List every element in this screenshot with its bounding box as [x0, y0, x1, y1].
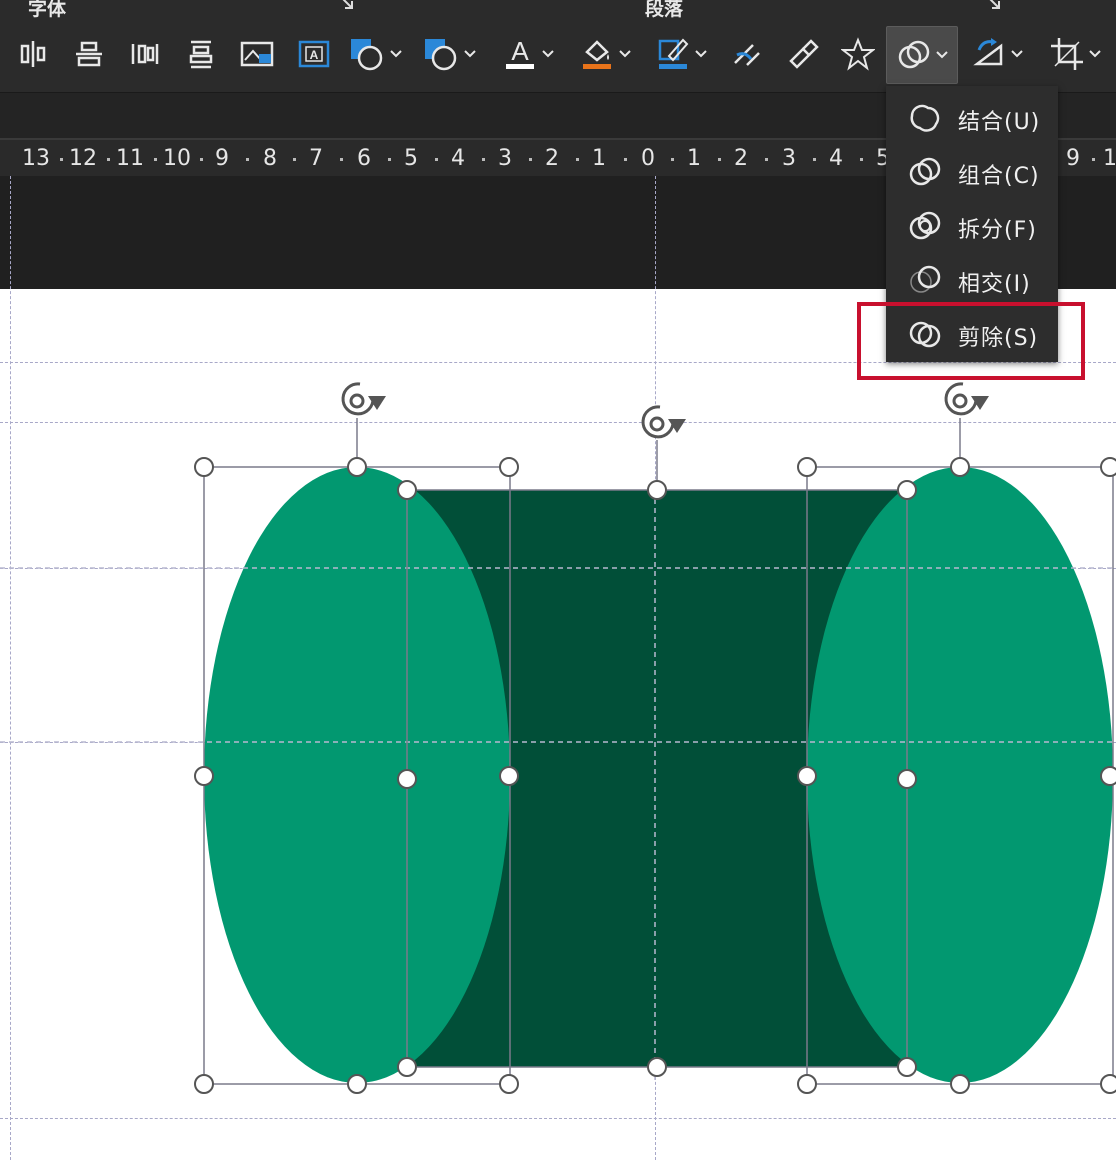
subtract-highlight-annotation: [857, 302, 1085, 380]
shapes-fragment-icon: [909, 211, 941, 240]
resize-handle[interactable]: [347, 457, 367, 477]
resize-handle[interactable]: [397, 1057, 417, 1077]
menu-item-combine[interactable]: 组合(C): [886, 144, 1058, 198]
resize-handle[interactable]: [950, 457, 970, 477]
menu-item-union[interactable]: 结合(U): [886, 90, 1058, 144]
menu-item-label: 相交(I): [958, 272, 1031, 297]
left-green-ellipse[interactable]: [204, 467, 510, 1083]
resize-handle[interactable]: [194, 1074, 214, 1094]
resize-handle[interactable]: [647, 1057, 667, 1077]
menu-item-label: 组合(C): [958, 164, 1040, 189]
menu-item-intersect[interactable]: 相交(I): [886, 252, 1058, 306]
resize-handle[interactable]: [897, 480, 917, 500]
resize-handle[interactable]: [797, 1074, 817, 1094]
powerpoint-window: 字体 段落 A A 13 12 11 10 9 8 7 6 5 4 3 2 1 …: [0, 0, 1116, 1160]
resize-handle[interactable]: [397, 480, 417, 500]
resize-handle[interactable]: [499, 457, 519, 477]
resize-handle[interactable]: [797, 766, 817, 786]
menu-item-label: 结合(U): [958, 110, 1041, 135]
resize-handle[interactable]: [647, 480, 667, 500]
menu-item-fragment[interactable]: 拆分(F): [886, 198, 1058, 252]
resize-handle[interactable]: [950, 1074, 970, 1094]
shapes-combine-icon: [909, 157, 941, 186]
resize-handle[interactable]: [194, 457, 214, 477]
resize-handle[interactable]: [897, 1057, 917, 1077]
right-green-ellipse[interactable]: [807, 467, 1113, 1083]
resize-handle[interactable]: [194, 766, 214, 786]
rotate-handle-icon[interactable]: [341, 382, 386, 416]
resize-handle[interactable]: [397, 769, 417, 789]
resize-handle[interactable]: [1100, 766, 1116, 786]
resize-handle[interactable]: [797, 457, 817, 477]
rotate-handle-icon[interactable]: [944, 382, 989, 416]
resize-handle[interactable]: [897, 769, 917, 789]
shapes-union-icon: [910, 104, 940, 132]
resize-handle[interactable]: [1100, 1074, 1116, 1094]
menu-item-label: 拆分(F): [958, 218, 1037, 243]
rotate-handle-icon[interactable]: [641, 405, 686, 439]
resize-handle[interactable]: [499, 1074, 519, 1094]
resize-handle[interactable]: [1100, 457, 1116, 477]
resize-handle[interactable]: [347, 1074, 367, 1094]
resize-handle[interactable]: [499, 766, 519, 786]
shapes-intersect-icon: [910, 265, 941, 293]
